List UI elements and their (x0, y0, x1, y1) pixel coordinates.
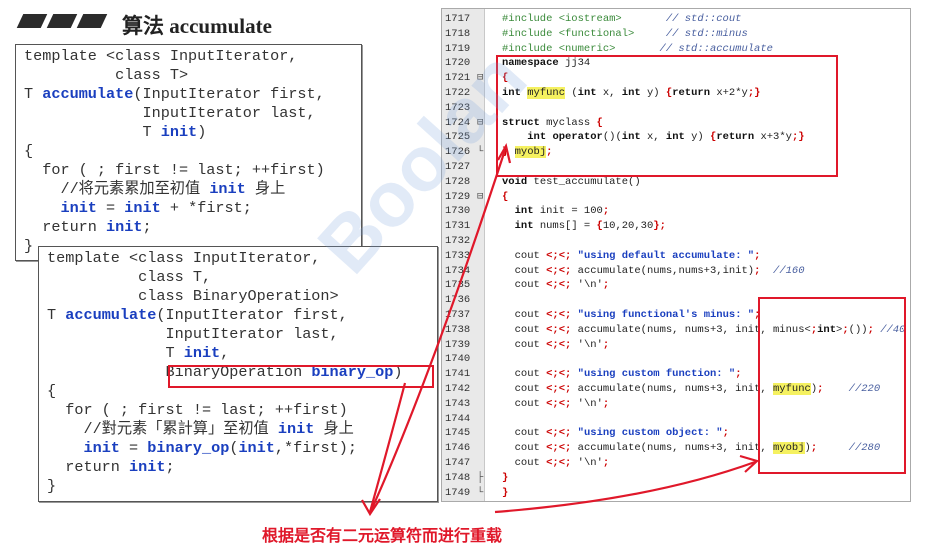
page-title: 算法 accumulate (122, 14, 272, 38)
code-text: { (502, 190, 509, 203)
code-line: class T> (24, 66, 189, 84)
code-text: #include <numeric> // std::accumulate (502, 42, 773, 55)
code-text: cout <;<; accumulate(nums,nums+3,init); … (502, 264, 805, 277)
line-number: 1734 (445, 264, 471, 277)
editor-line: 1729 ⊟{ (442, 191, 910, 203)
line-number: 1732 (445, 235, 471, 247)
code-line: //對元素「累計算」至初值 init 身上 (47, 420, 354, 438)
code-text: cout <;<; '\n'; (502, 279, 610, 292)
code-text: cout <;<; "using custom function: "; (502, 368, 742, 381)
line-number: 1744 (445, 412, 471, 425)
line-number: 1740 (445, 353, 471, 366)
line-number: 1735 (445, 279, 471, 292)
line-number: 1737 (445, 309, 471, 321)
code-line: //将元素累加至初值 init 身上 (24, 180, 286, 198)
editor-line: 1735 cout <;<; '\n'; (442, 279, 910, 291)
editor-line: 1731 int nums[] = {10,20,30}; (442, 220, 910, 232)
code-line: for ( ; first != last; ++first) (47, 401, 348, 419)
code-text: cout <;<; "using custom object: "; (502, 427, 729, 440)
overload-caption: 根据是否有二元运算符而进行重载 (262, 526, 503, 545)
code-line: init = binary_op(init,*first); (83, 439, 357, 457)
line-number: 1745 (445, 427, 471, 440)
code-text: void test_accumulate() (502, 175, 641, 188)
code-text: #include <iostream> // std::cout (502, 13, 742, 25)
code-text: cout <;<; '\n'; (502, 457, 610, 469)
code-text: } (502, 486, 509, 499)
code-line: T init) (24, 123, 207, 141)
code-text: #include <functional> // std::minus (502, 27, 748, 40)
line-number: 1749 (445, 486, 471, 499)
line-number: 1730 (445, 205, 471, 218)
line-number: 1738 (445, 323, 471, 336)
code-text: } (502, 471, 509, 484)
line-number: 1742 (445, 383, 471, 395)
code-text: int init = 100; (514, 205, 610, 218)
code-text: int nums[] = {10,20,30}; (514, 220, 666, 233)
editor-line: 1719 #include <numeric> // std::accumulat… (442, 43, 910, 55)
editor-line: 1717 #include <iostream> // std::cout (442, 13, 910, 25)
code-line: T accumulate(InputIterator first, (47, 306, 348, 324)
fold-marker: ├ (477, 471, 484, 484)
code-line: InputIterator last, (24, 104, 316, 122)
line-number: 1717 (445, 13, 471, 25)
line-number: 1746 (445, 442, 471, 455)
code-text: cout <;<; '\n'; (502, 397, 610, 410)
binary-op-highlight-box (168, 365, 434, 388)
editor-line: 1733 cout <;<; "using default accumulate… (442, 250, 910, 262)
editor-line: 1734 cout <;<; accumulate(nums,nums+3,in… (442, 265, 910, 277)
editor-line: 1728 void test_accumulate() (442, 176, 910, 188)
fold-marker: ⊟ (477, 190, 484, 203)
editor-line: 1749 └} (442, 487, 910, 499)
code-line: T init, (47, 344, 230, 362)
title-decoration (16, 14, 110, 33)
code-text: cout <;<; '\n'; (502, 338, 610, 351)
code-line: T accumulate(InputIterator first, (24, 85, 325, 103)
line-number: 1739 (445, 338, 471, 351)
editor-line: 1730 int init = 100; (442, 205, 910, 217)
code-line: { (24, 142, 34, 160)
code-line: for ( ; first != last; ++first) (24, 161, 325, 179)
line-number: 1731 (445, 220, 471, 233)
code-line: InputIterator last, (47, 325, 339, 343)
line-number: 1736 (445, 294, 471, 307)
fold-marker: └ (477, 486, 484, 499)
editor-line: 1718 #include <functional> // std::minus (442, 28, 910, 40)
line-number: 1733 (445, 249, 471, 262)
code-text: cout <;<; "using default accumulate: "; (502, 249, 761, 262)
code-line: class BinaryOperation> (47, 287, 339, 305)
code-line: init = init + *first; (60, 199, 252, 217)
binary-op-arguments-box (758, 297, 906, 474)
line-number: 1743 (445, 397, 471, 410)
line-number: 1748 (445, 471, 471, 484)
code-text: cout <;<; "using functional's minus: "; (502, 309, 761, 321)
editor-line: 1732 (442, 235, 910, 247)
line-number: 1741 (445, 368, 471, 381)
code-line: } (47, 477, 57, 495)
code-line: return init; (47, 458, 175, 476)
code-line: template <class InputIterator, (24, 47, 298, 65)
line-number: 1747 (445, 457, 471, 469)
myfunc-myobj-definition-box (496, 55, 838, 177)
